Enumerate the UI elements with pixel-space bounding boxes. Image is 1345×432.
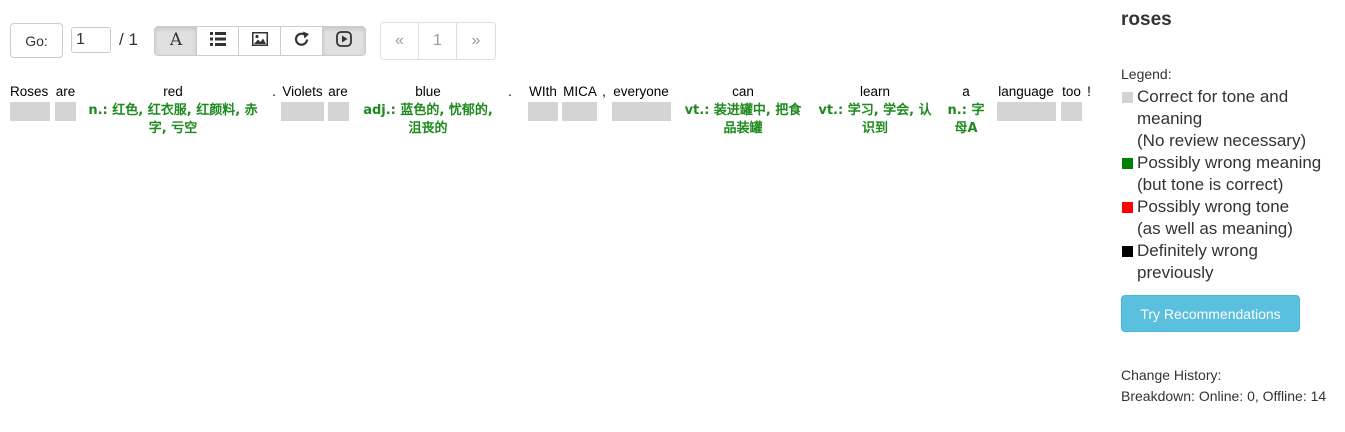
review-status-box[interactable] xyxy=(281,102,324,121)
pagination: « 1 » xyxy=(380,22,496,60)
pagination-prev[interactable]: « xyxy=(381,23,419,59)
pagination-current-page[interactable]: 1 xyxy=(419,23,457,59)
view-mode-toolbar: A xyxy=(154,26,366,56)
review-status-box[interactable] xyxy=(1061,102,1082,121)
legend-swatch-gray xyxy=(1122,92,1133,103)
legend-line: meaning xyxy=(1137,109,1203,128)
go-button[interactable]: Go: xyxy=(10,23,63,58)
play-icon xyxy=(336,30,352,52)
legend: Correct for tone and meaning (No review … xyxy=(1121,86,1341,284)
legend-swatch-black xyxy=(1122,246,1133,257)
translation-line: 品装罐 xyxy=(723,121,763,136)
word[interactable]: WIth xyxy=(528,84,558,100)
play-mode-button[interactable] xyxy=(323,27,365,55)
legend-line: (No review necessary) xyxy=(1137,131,1307,150)
translation-line: n.: 红色, 红衣服, 红颜料, 赤 xyxy=(88,103,258,118)
word[interactable]: . xyxy=(270,84,278,100)
word-translation[interactable]: adj.: 蓝色的, 忧郁的, 沮丧的 xyxy=(357,102,499,138)
word[interactable]: a xyxy=(944,84,988,100)
list-mode-button[interactable] xyxy=(197,27,239,55)
word[interactable]: . xyxy=(506,84,514,100)
word[interactable]: MICA xyxy=(562,84,598,100)
image-mode-button[interactable] xyxy=(239,27,281,55)
word[interactable]: too xyxy=(1061,84,1082,100)
word[interactable]: everyone xyxy=(611,84,671,100)
page-total: / 1 xyxy=(119,30,138,49)
legend-line: Correct for tone and xyxy=(1137,87,1289,106)
page-number-input[interactable] xyxy=(71,27,111,53)
translation-line: vt.: 学习, 学会, 认 xyxy=(818,103,932,118)
review-status-box[interactable] xyxy=(328,102,349,121)
translation-line: n.: 字 xyxy=(947,103,985,118)
word[interactable]: Roses xyxy=(10,84,50,100)
word[interactable]: language xyxy=(996,84,1056,100)
change-history-breakdown: Breakdown: Online: 0, Offline: 14 xyxy=(1121,388,1327,404)
word[interactable]: red xyxy=(80,84,266,100)
translation-line: 母A xyxy=(954,121,978,136)
list-icon xyxy=(209,31,226,51)
legend-line: Definitely wrong xyxy=(1137,241,1258,260)
word-translation[interactable]: n.: 字 母A xyxy=(944,102,988,138)
font-icon: A xyxy=(167,30,185,53)
translation-line: adj.: 蓝色的, 忧郁的, xyxy=(363,103,493,118)
legend-line: previously xyxy=(1137,263,1214,282)
word[interactable]: can xyxy=(678,84,808,100)
legend-item-definitely-wrong: Definitely wrong previously xyxy=(1121,240,1341,284)
word[interactable]: are xyxy=(327,84,349,100)
review-status-box[interactable] xyxy=(612,102,671,121)
legend-item-wrong-meaning: Possibly wrong meaning (but tone is corr… xyxy=(1121,152,1341,196)
try-recommendations-button[interactable]: Try Recommendations xyxy=(1121,295,1300,332)
svg-text:A: A xyxy=(168,30,182,48)
word-translation[interactable]: n.: 红色, 红衣服, 红颜料, 赤 字, 亏空 xyxy=(80,102,266,138)
legend-swatch-green xyxy=(1122,158,1133,169)
translation-line: vt.: 装进罐中, 把食 xyxy=(684,103,802,118)
image-icon xyxy=(251,31,268,51)
legend-line: (but tone is correct) xyxy=(1137,175,1284,194)
word[interactable]: , xyxy=(600,84,608,100)
text-mode-button[interactable]: A xyxy=(155,27,197,55)
legend-line: Possibly wrong tone xyxy=(1137,197,1290,216)
word-translation[interactable]: vt.: 学习, 学会, 认 识到 xyxy=(814,102,936,138)
review-status-box[interactable] xyxy=(562,102,597,121)
pagination-next[interactable]: » xyxy=(457,23,495,59)
word[interactable]: are xyxy=(55,84,76,100)
review-status-box[interactable] xyxy=(55,102,76,121)
legend-item-wrong-tone: Possibly wrong tone (as well as meaning) xyxy=(1121,196,1341,240)
word[interactable]: learn xyxy=(814,84,936,100)
legend-line: (as well as meaning) xyxy=(1137,219,1293,238)
legend-swatch-red xyxy=(1122,202,1133,213)
translation-line: 字, 亏空 xyxy=(148,121,198,136)
legend-item-correct: Correct for tone and meaning (No review … xyxy=(1121,86,1341,152)
share-icon xyxy=(294,31,310,51)
legend-label: Legend: xyxy=(1121,66,1172,82)
translation-line: 沮丧的 xyxy=(408,121,448,136)
legend-line: Possibly wrong meaning xyxy=(1137,153,1322,172)
review-status-box[interactable] xyxy=(528,102,558,121)
change-history-label: Change History: xyxy=(1121,367,1222,383)
translation-line: 识到 xyxy=(861,121,888,136)
selected-word-title: roses xyxy=(1121,9,1172,30)
review-status-box[interactable] xyxy=(10,102,50,121)
word[interactable]: ! xyxy=(1085,84,1093,100)
word-translation[interactable]: vt.: 装进罐中, 把食 品装罐 xyxy=(678,102,808,138)
share-button[interactable] xyxy=(281,27,323,55)
word[interactable]: blue xyxy=(357,84,499,100)
review-status-box[interactable] xyxy=(997,102,1056,121)
word[interactable]: Violets xyxy=(281,84,324,100)
